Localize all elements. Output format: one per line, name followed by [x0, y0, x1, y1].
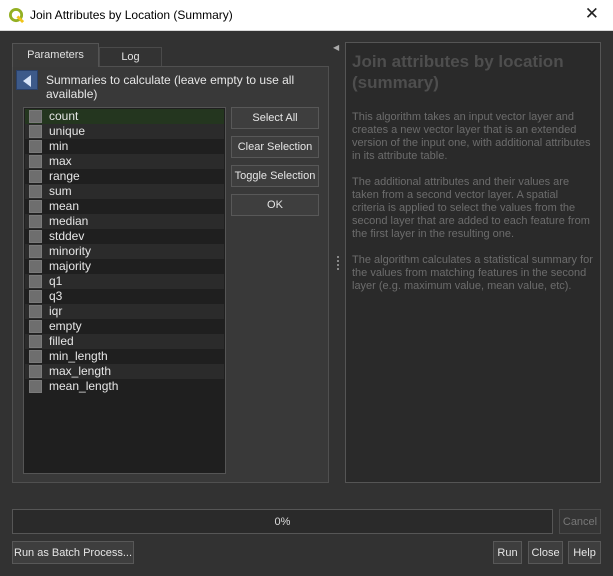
- summary-label: stddev: [49, 229, 85, 243]
- summary-checkbox[interactable]: [29, 335, 42, 348]
- summary-label: count: [49, 109, 79, 123]
- summary-checkbox[interactable]: [29, 365, 42, 378]
- summary-label: max: [49, 154, 72, 168]
- help-paragraph: This algorithm takes an input vector lay…: [352, 111, 591, 162]
- summary-checkbox[interactable]: [29, 140, 42, 153]
- summary-label: q1: [49, 274, 63, 288]
- summaries-list[interactable]: count unique min max range sum mean median stdde…: [23, 107, 226, 474]
- summary-item-filled[interactable]: filled: [25, 334, 224, 349]
- summary-label: median: [49, 214, 89, 228]
- ok-button[interactable]: OK: [231, 194, 319, 216]
- summary-item-mean-length[interactable]: mean_length: [25, 379, 224, 394]
- progress-text: 0%: [274, 516, 291, 528]
- summary-label: filled: [49, 334, 74, 348]
- summary-checkbox[interactable]: [29, 215, 42, 228]
- summary-label: empty: [49, 319, 82, 333]
- summary-item-empty[interactable]: empty: [25, 319, 224, 334]
- splitter-handle[interactable]: [337, 256, 339, 270]
- help-button[interactable]: Help: [568, 541, 601, 564]
- splitter-collapse-icon[interactable]: ◀: [333, 43, 339, 52]
- help-paragraph: The additional attributes and their valu…: [352, 176, 590, 240]
- summary-label: majority: [49, 259, 92, 273]
- summary-checkbox[interactable]: [29, 260, 42, 273]
- summary-item-min-length[interactable]: min_length: [25, 349, 224, 364]
- window-title: Join Attributes by Location (Summary): [30, 8, 233, 22]
- qgis-logo-icon: [9, 8, 24, 23]
- summary-item-median[interactable]: median: [25, 214, 224, 229]
- summaries-section-label: Summaries to calculate (leave empty to u…: [46, 73, 295, 101]
- summary-item-majority[interactable]: majority: [25, 259, 224, 274]
- summary-label: q3: [49, 289, 63, 303]
- summary-label: iqr: [49, 304, 63, 318]
- summary-checkbox[interactable]: [29, 290, 42, 303]
- summary-label: mean: [49, 199, 80, 213]
- summary-label: min_length: [49, 349, 108, 363]
- summary-checkbox[interactable]: [29, 110, 42, 123]
- summary-item-mean[interactable]: mean: [25, 199, 224, 214]
- summary-checkbox[interactable]: [29, 155, 42, 168]
- summary-checkbox[interactable]: [29, 275, 42, 288]
- summary-checkbox[interactable]: [29, 305, 42, 318]
- summary-checkbox[interactable]: [29, 230, 42, 243]
- summary-item-max[interactable]: max: [25, 154, 224, 169]
- summary-label: mean_length: [49, 379, 119, 393]
- summary-checkbox[interactable]: [29, 200, 42, 213]
- summary-item-sum[interactable]: sum: [25, 184, 224, 199]
- summary-item-stddev[interactable]: stddev: [25, 229, 224, 244]
- collapse-arrow-icon[interactable]: [16, 70, 38, 90]
- summary-checkbox[interactable]: [29, 245, 42, 258]
- summary-item-count[interactable]: count: [25, 109, 224, 124]
- help-title: Join attributes by location (summary): [352, 52, 564, 92]
- parameters-panel: Summaries to calculate (leave empty to u…: [12, 66, 329, 483]
- help-paragraph: The algorithm calculates a statistical s…: [352, 254, 593, 292]
- run-batch-button[interactable]: Run as Batch Process...: [12, 541, 134, 564]
- summary-item-q3[interactable]: q3: [25, 289, 224, 304]
- summary-checkbox[interactable]: [29, 380, 42, 393]
- summary-checkbox[interactable]: [29, 185, 42, 198]
- close-button[interactable]: Close: [528, 541, 563, 564]
- cancel-button[interactable]: Cancel: [559, 509, 601, 534]
- help-panel: Join attributes by location (summary) Th…: [345, 42, 601, 483]
- summary-item-max-length[interactable]: max_length: [25, 364, 224, 379]
- summary-checkbox[interactable]: [29, 170, 42, 183]
- summary-label: max_length: [49, 364, 112, 378]
- summary-item-q1[interactable]: q1: [25, 274, 224, 289]
- summary-label: unique: [49, 124, 86, 138]
- summary-label: minority: [49, 244, 92, 258]
- clear-selection-button[interactable]: Clear Selection: [231, 136, 319, 158]
- summary-label: range: [49, 169, 80, 183]
- summary-item-min[interactable]: min: [25, 139, 224, 154]
- progress-bar: 0%: [12, 509, 553, 534]
- summary-item-unique[interactable]: unique: [25, 124, 224, 139]
- summary-checkbox[interactable]: [29, 125, 42, 138]
- run-button[interactable]: Run: [493, 541, 522, 564]
- tab-log[interactable]: Log: [99, 47, 162, 66]
- summary-item-iqr[interactable]: iqr: [25, 304, 224, 319]
- summary-checkbox[interactable]: [29, 320, 42, 333]
- tab-parameters[interactable]: Parameters: [12, 43, 99, 67]
- toggle-selection-button[interactable]: Toggle Selection: [231, 165, 319, 187]
- summary-item-range[interactable]: range: [25, 169, 224, 184]
- title-bar: Join Attributes by Location (Summary) ✕: [0, 0, 613, 31]
- summary-label: min: [49, 139, 69, 153]
- window-close-button[interactable]: ✕: [585, 5, 599, 23]
- select-all-button[interactable]: Select All: [231, 107, 319, 129]
- summary-checkbox[interactable]: [29, 350, 42, 363]
- summary-label: sum: [49, 184, 72, 198]
- summary-item-minority[interactable]: minority: [25, 244, 224, 259]
